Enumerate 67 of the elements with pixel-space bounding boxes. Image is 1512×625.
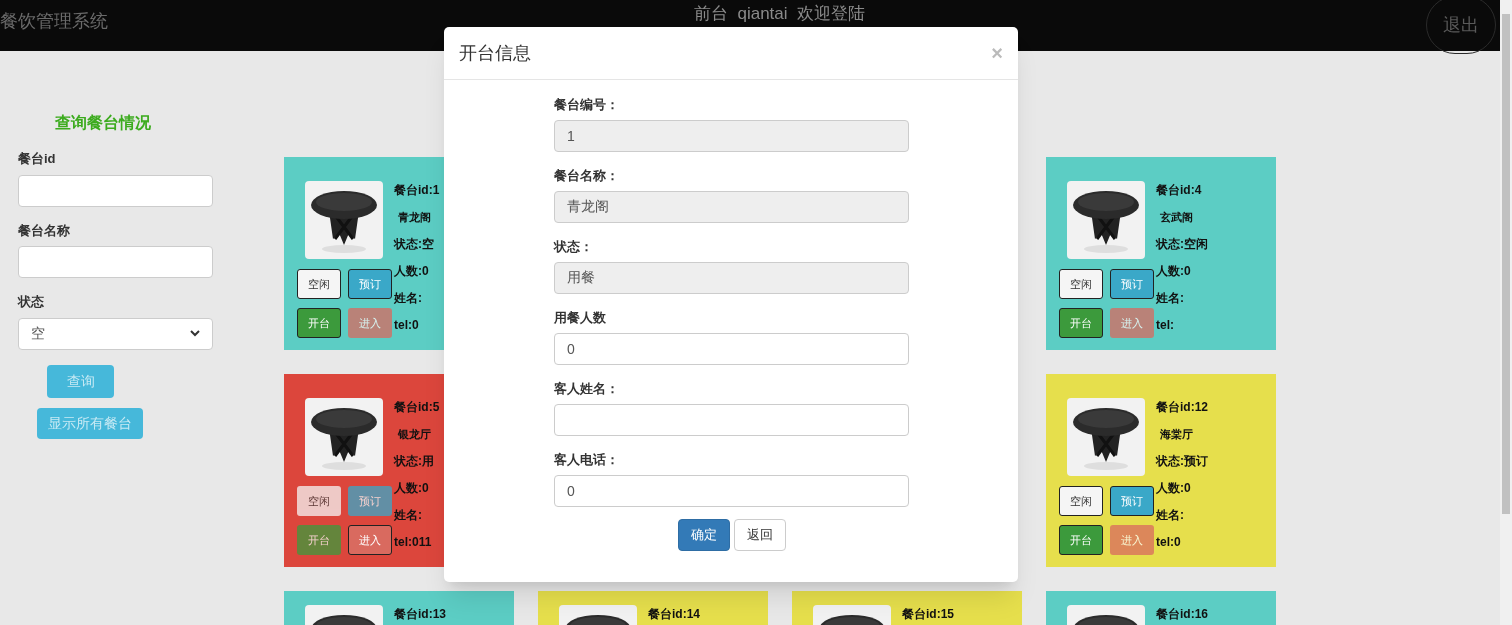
table-card[interactable]: 餐台id:14 (538, 591, 768, 625)
field-label: 状态： (554, 238, 593, 256)
input-field[interactable] (18, 174, 213, 207)
table-card[interactable]: 空闲 预订 开台 进入 餐台id:12 海棠厅 状态:预订 人数:0 姓名: tel:0 (1046, 374, 1276, 567)
field-label: 客人电话： (554, 451, 619, 469)
table-info: 人数:0 (394, 480, 430, 497)
panel-title: 查询餐台情况 (55, 113, 152, 133)
table-card[interactable]: 餐台id:16 (1046, 591, 1276, 625)
input-field[interactable] (554, 404, 909, 436)
field-label: 餐台名称 (18, 221, 70, 240)
input-field[interactable]: 青龙阁 (554, 191, 909, 223)
field-label: 状态 (18, 293, 44, 311)
table-info: 餐台id:15 (902, 606, 954, 623)
table-info: 银龙厅 (396, 427, 432, 442)
table-card[interactable]: 餐台id:13 (284, 591, 514, 625)
table-info: 餐台id:14 (648, 606, 700, 623)
table-info: 姓名: (394, 507, 423, 524)
status-button[interactable]: 空闲 (296, 269, 341, 299)
table-info: tel:0 (394, 317, 420, 334)
table-info: 状态:用 (394, 453, 435, 470)
table-info: 海棠厅 (1159, 427, 1194, 442)
table-info: 玄武阁 (1159, 210, 1194, 225)
table-info: tel:011 (394, 534, 433, 551)
field-label: 餐台名称： (554, 167, 619, 185)
table-card[interactable]: 空闲 预订 开台 进入 餐台id:4 玄武阁 状态:空闲 人数:0 姓名: tel: (1046, 157, 1276, 350)
table-info: tel:0 (1156, 534, 1182, 551)
confirm-button[interactable]: 确定 (678, 519, 730, 551)
input-field[interactable]: 用餐 (554, 262, 909, 294)
table-info: 状态:空闲 (1156, 236, 1208, 253)
table-info: 人数:0 (1156, 480, 1192, 497)
table-info: 餐台id:13 (394, 606, 446, 623)
table-info: 姓名: (394, 290, 423, 307)
welcome-text: 前台 qiantai 欢迎登陆 (694, 4, 865, 24)
table-info: 状态:空 (394, 236, 435, 253)
input-field[interactable]: 1 (554, 120, 909, 152)
dialog-title: 开台信息 (459, 41, 531, 65)
input-field[interactable]: 0 (554, 333, 909, 365)
status-button[interactable]: 开台 (296, 308, 341, 338)
table-info: 姓名: (1156, 290, 1185, 307)
status-button[interactable]: 空闲 (1058, 486, 1103, 516)
chevron-down-icon (190, 330, 200, 337)
table-card[interactable]: 餐台id:15 (792, 591, 1022, 625)
table-info: tel: (1156, 317, 1175, 334)
table-info: 人数:0 (394, 263, 430, 280)
field-label: 餐台编号： (554, 96, 619, 114)
table-info: 人数:0 (1156, 263, 1192, 280)
app-title: 餐饮管理系统 (0, 10, 108, 33)
status-button[interactable]: 空闲 (1058, 269, 1103, 299)
status-button[interactable]: 开台 (1058, 308, 1103, 338)
input-field[interactable] (18, 246, 213, 278)
field-label: 用餐人数 (554, 309, 606, 327)
table-info: 餐台id:4 (1156, 182, 1203, 199)
table-info: 餐台id:12 (1156, 399, 1208, 416)
table-info: 餐台id:1 (394, 182, 440, 199)
back-button[interactable]: 返回 (734, 519, 786, 551)
input-field[interactable]: 0 (554, 475, 909, 507)
table-info: 餐台id:16 (1156, 606, 1208, 623)
status-select[interactable]: 空 (18, 317, 213, 350)
status-button[interactable]: 空闲 (296, 486, 341, 516)
table-info: 状态:预订 (1156, 453, 1208, 470)
table-info: 姓名: (1156, 507, 1185, 524)
field-label: 餐台id (18, 150, 56, 168)
table-info: 青龙阁 (397, 210, 432, 225)
field-label: 客人姓名： (554, 380, 619, 398)
table-info: 餐台id:5 (394, 399, 440, 416)
scrollbar[interactable] (1500, 0, 1512, 625)
status-button[interactable]: 开台 (1058, 525, 1103, 555)
